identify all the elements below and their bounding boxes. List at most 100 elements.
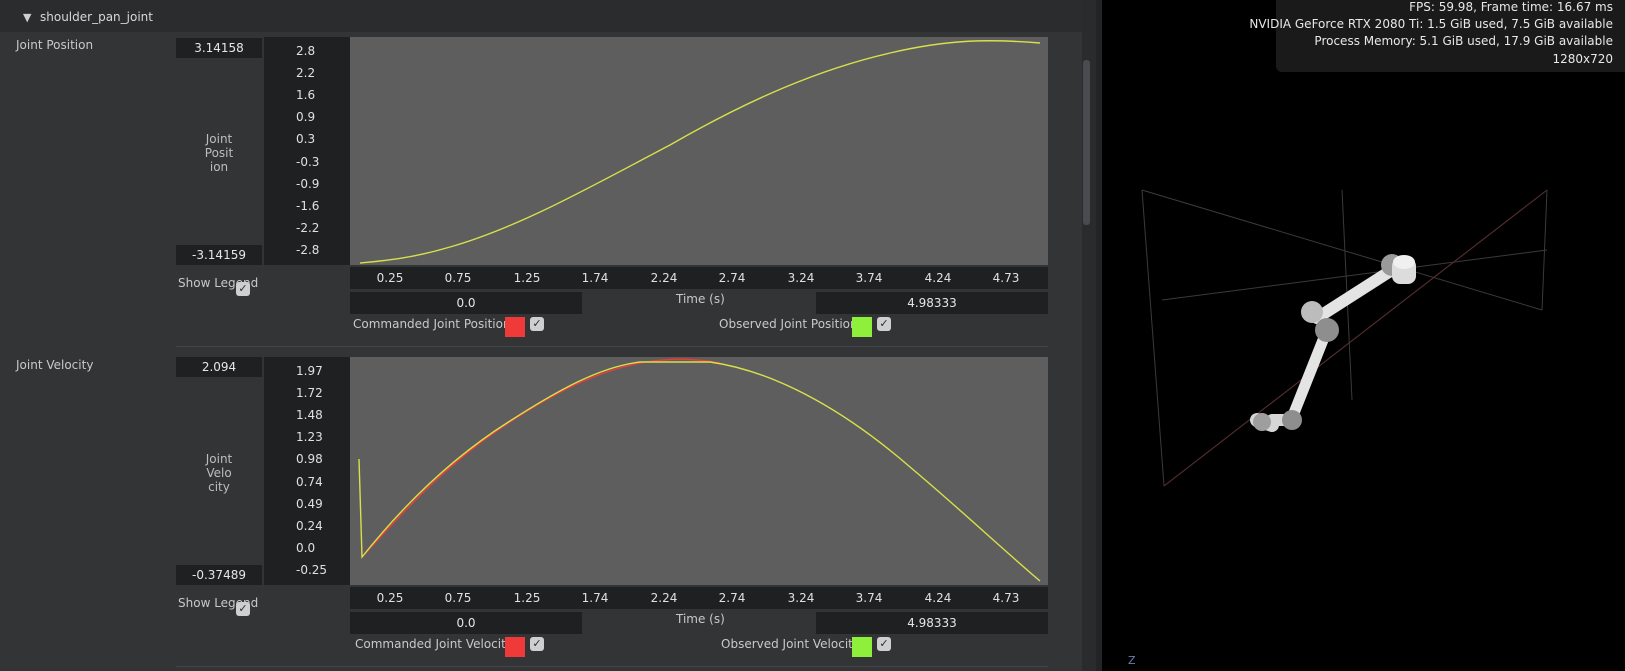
commanded-visibility-checkbox[interactable]: ✓ (530, 637, 544, 651)
y-tick: 0.98 (296, 452, 323, 466)
observed-visibility-checkbox[interactable]: ✓ (877, 317, 891, 331)
y-tick-column: 1.97 1.72 1.48 1.23 0.98 0.74 0.49 0.24 … (264, 357, 350, 585)
x-tick: 4.24 (924, 591, 952, 605)
section-divider (176, 346, 1048, 347)
y-tick: 0.49 (296, 497, 323, 511)
range-end-field[interactable]: 4.98333 (816, 292, 1048, 314)
x-tick: 4.73 (992, 271, 1020, 285)
observed-color-swatch[interactable] (852, 637, 872, 657)
y-max-field[interactable]: 2.094 (176, 357, 262, 377)
show-legend-checkbox[interactable]: ✓ (236, 282, 250, 296)
grid-line (1141, 189, 1543, 311)
y-tick-column: 2.8 2.2 1.6 0.9 0.3 -0.3 -0.9 -1.6 -2.2 … (264, 37, 350, 265)
joint-circle (1315, 318, 1339, 342)
y-tick: -0.9 (296, 177, 320, 191)
commanded-color-swatch[interactable] (505, 637, 525, 657)
y-min-field[interactable]: -0.37489 (176, 565, 262, 585)
y-tick: 2.2 (296, 66, 316, 80)
x-axis-label: Time (s) (676, 612, 725, 626)
y-tick: -2.2 (296, 221, 320, 235)
x-tick: 1.74 (581, 271, 609, 285)
y-tick: -1.6 (296, 199, 320, 213)
legend-label-commanded: Commanded Joint Position (353, 317, 511, 331)
legend-label-commanded: Commanded Joint Velocity (355, 637, 513, 651)
y-tick: 0.24 (296, 519, 323, 533)
viewport-scene-svg (1141, 189, 1548, 487)
y-tick: 0.74 (296, 475, 323, 489)
joint-position-curve-svg (359, 40, 1041, 264)
section-label: Joint Position (16, 38, 94, 52)
section-divider (176, 666, 1048, 667)
show-legend-checkbox[interactable]: ✓ (236, 602, 250, 616)
z-axis-label: Z (1128, 654, 1136, 667)
joint-velocity-plot-area[interactable] (350, 357, 1048, 585)
y-tick: 2.8 (296, 44, 316, 58)
ground-grid (1141, 189, 1548, 487)
y-min-field[interactable]: -3.14159 (176, 245, 262, 265)
y-axis-label: Joint Posit ion (204, 132, 234, 174)
x-tick: 0.75 (444, 591, 472, 605)
joint-circle (1253, 413, 1271, 431)
range-start-field[interactable]: 0.0 (350, 292, 582, 314)
x-tick: 0.25 (376, 591, 404, 605)
x-tick: 3.24 (787, 271, 815, 285)
scrollbar-thumb[interactable] (1083, 60, 1090, 225)
performance-overlay: FPS: 59.98, Frame time: 16.67 ms NVIDIA … (1249, 0, 1625, 72)
x-tick: 3.74 (855, 271, 883, 285)
y-tick: 1.72 (296, 386, 323, 400)
joint-collapsible-header[interactable]: ▼ shoulder_pan_joint (0, 0, 1082, 32)
observed-position-curve (359, 40, 1041, 264)
x-tick: 4.24 (924, 271, 952, 285)
x-tick: 3.24 (787, 591, 815, 605)
commanded-visibility-checkbox[interactable]: ✓ (530, 317, 544, 331)
resolution-readout: 1280x720 (1552, 52, 1613, 66)
legend-label-observed: Observed Joint Velocity (721, 637, 860, 651)
x-tick: 0.75 (444, 271, 472, 285)
joint-position-plot-area[interactable] (350, 37, 1048, 265)
y-tick: 1.97 (296, 364, 323, 378)
observed-color-swatch[interactable] (852, 317, 872, 337)
gpu-memory-readout: NVIDIA GeForce RTX 2080 Ti: 1.5 GiB used… (1249, 17, 1613, 31)
x-tick: 1.25 (513, 591, 541, 605)
x-tick: 2.74 (718, 591, 746, 605)
x-tick: 2.24 (650, 591, 678, 605)
3d-viewport[interactable] (1102, 0, 1625, 671)
commanded-velocity-curve (361, 358, 721, 558)
y-axis-label: Joint Velo city (205, 452, 233, 494)
fps-readout: FPS: 59.98, Frame time: 16.67 ms (1409, 0, 1613, 14)
x-tick: 2.24 (650, 271, 678, 285)
process-memory-readout: Process Memory: 5.1 GiB used, 17.9 GiB a… (1314, 34, 1613, 48)
x-tick-row: 0.25 0.75 1.25 1.74 2.24 2.74 3.24 3.74 … (350, 267, 1048, 289)
y-tick: -0.3 (296, 155, 320, 169)
x-tick-row: 0.25 0.75 1.25 1.74 2.24 2.74 3.24 3.74 … (350, 587, 1048, 609)
commanded-color-swatch[interactable] (505, 317, 525, 337)
legend-label-observed: Observed Joint Position (719, 317, 858, 331)
joint-circle (1301, 301, 1323, 323)
y-max-field[interactable]: 3.14158 (176, 38, 262, 58)
range-start-field[interactable]: 0.0 (350, 612, 582, 634)
y-tick: -0.25 (296, 563, 328, 577)
y-tick: 0.0 (296, 541, 316, 555)
observed-velocity-curve (358, 361, 1041, 582)
y-tick: 0.9 (296, 110, 316, 124)
x-axis-label: Time (s) (676, 292, 725, 306)
robot-arm-icon (1250, 254, 1416, 432)
joint-velocity-curve-svg (358, 358, 1041, 582)
observed-visibility-checkbox[interactable]: ✓ (877, 637, 891, 651)
grid-line (1141, 189, 1165, 487)
x-tick: 0.25 (376, 271, 404, 285)
section-label: Joint Velocity (16, 358, 94, 372)
x-tick: 2.74 (718, 271, 746, 285)
y-tick: 1.48 (296, 408, 323, 422)
arm-segment (1286, 324, 1333, 424)
y-tick: 0.3 (296, 132, 316, 146)
x-axis-line (1163, 189, 1548, 487)
collapse-triangle-icon[interactable]: ▼ (23, 11, 31, 24)
y-tick: 1.6 (296, 88, 316, 102)
joint-name: shoulder_pan_joint (40, 10, 153, 24)
base-cap (1393, 255, 1415, 269)
y-tick: -2.8 (296, 243, 320, 257)
x-tick: 1.25 (513, 271, 541, 285)
range-end-field[interactable]: 4.98333 (816, 612, 1048, 634)
arm-segment (1311, 264, 1398, 324)
